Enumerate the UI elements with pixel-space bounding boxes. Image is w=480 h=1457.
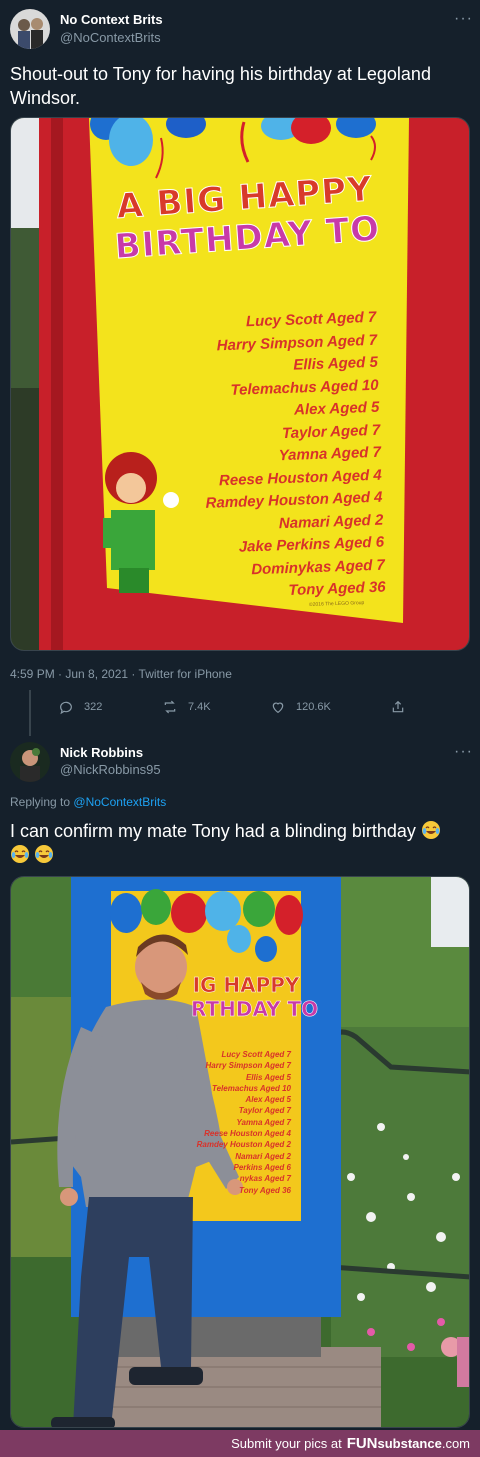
sign-name-row: nykas Aged 7	[239, 1174, 291, 1184]
retweet-icon	[164, 700, 176, 714]
more-options-icon[interactable]: ···	[454, 10, 473, 28]
more-options-icon[interactable]: ···	[454, 743, 473, 761]
sign-names-list: Lucy Scott Aged 7 Harry Simpson Aged 7 E…	[186, 307, 386, 606]
replying-to: Replying to @NoContextBrits	[10, 795, 166, 809]
like-count: 120.6K	[296, 701, 331, 713]
share-button[interactable]	[390, 699, 406, 715]
footer-text: Submit your pics at	[231, 1436, 342, 1451]
sign-name-row: Alex Aged 5	[245, 1095, 292, 1105]
sign-name-row: Perkins Aged 6	[233, 1162, 291, 1172]
author-name[interactable]: No Context Brits	[60, 12, 163, 27]
tweet-photo[interactable]: A BIG HAPPY BIRTHDAY TO Lucy Scott Aged …	[10, 117, 470, 651]
tweet-timestamp[interactable]: 4:59 PM · Jun 8, 2021 · Twitter for iPho…	[10, 667, 232, 681]
sign-name-row: Lucy Scott Aged 7	[221, 1050, 292, 1059]
tweet-text: Shout-out to Tony for having his birthda…	[10, 64, 431, 108]
author-name[interactable]: Nick Robbins	[60, 745, 143, 760]
tweet-text-content: I can confirm my mate Tony had a blindin…	[10, 821, 416, 841]
retweet-count: 7.4K	[188, 701, 211, 713]
reply-button[interactable]: 322	[58, 699, 102, 715]
sign-name-row: Ellis Aged 5	[245, 1072, 291, 1082]
author-handle[interactable]: @NoContextBrits	[60, 30, 161, 45]
sign-name-row: Tony Aged 36	[239, 1185, 291, 1195]
footer-brand-rest: substance	[377, 1436, 442, 1451]
like-button[interactable]: 120.6K	[270, 699, 331, 715]
heart-icon	[272, 702, 284, 714]
footer-brand-domain: .com	[441, 1436, 470, 1451]
avatar[interactable]	[10, 9, 50, 49]
replying-to-handle[interactable]: @NoContextBrits	[73, 795, 166, 809]
sign-name-row: Taylor Aged 7	[238, 1106, 291, 1116]
sign-heading-line2: RTHDAY TO	[191, 997, 319, 1022]
sign-heading: IG HAPPY RTHDAY TO	[191, 973, 319, 1022]
sign-name-row: Namari Aged 2	[235, 1151, 291, 1161]
laughing-crying-emoji-icon	[421, 821, 440, 839]
footer-brand[interactable]: FUNsubstance.com	[347, 1435, 470, 1452]
sign-name-row: Harry Simpson Aged 7	[205, 1061, 291, 1071]
sign-name-row: Telemachus Aged 10	[212, 1083, 291, 1093]
funsubstance-footer: Submit your pics at FUNsubstance.com	[0, 1430, 480, 1457]
author-handle[interactable]: @NickRobbins95	[60, 762, 161, 777]
footer-brand-fun: FUN	[346, 1435, 378, 1452]
tweet-text: I can confirm my mate Tony had a blindin…	[10, 819, 472, 867]
sign-heading-line1: IG HAPPY	[192, 973, 300, 998]
laughing-crying-emoji-icon	[35, 845, 53, 863]
share-icon	[392, 700, 404, 713]
tweet-photo[interactable]: IG HAPPY RTHDAY TO Lucy Scott Aged 7 Har…	[10, 876, 470, 1428]
replying-to-label: Replying to	[10, 795, 71, 809]
retweet-button[interactable]: 7.4K	[162, 699, 211, 715]
reply-icon	[60, 701, 72, 715]
avatar[interactable]	[10, 742, 50, 782]
reply-count: 322	[84, 701, 103, 713]
sign-name-row: Reese Houston Aged 4	[204, 1129, 291, 1139]
sign-name-row: Ramdey Houston Aged 2	[196, 1140, 291, 1150]
sign-name-row: Yamna Aged 7	[236, 1117, 291, 1127]
sign-names-list: Lucy Scott Aged 7 Harry Simpson Aged 7 E…	[187, 1049, 291, 1196]
laughing-crying-emoji-icon	[11, 845, 29, 863]
thread-line	[29, 690, 31, 736]
